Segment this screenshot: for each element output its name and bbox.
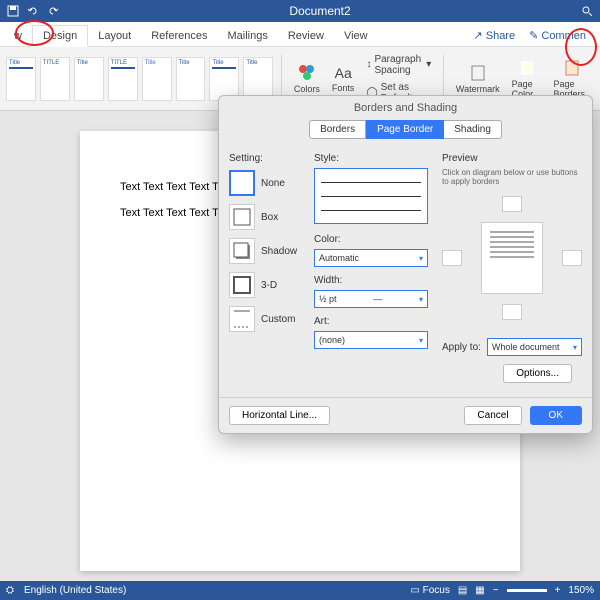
page-color-button[interactable]: Page Color [508,57,546,101]
border-top-toggle[interactable] [502,196,522,212]
setting-none[interactable]: None [229,168,304,198]
theme-tile[interactable]: Title [74,57,104,101]
setting-label: Setting: [229,153,304,164]
borders-shading-dialog: Borders and Shading Borders Page Border … [218,95,593,434]
focus-mode[interactable]: ▭ Focus [410,585,449,596]
tab-references[interactable]: References [141,26,217,46]
border-bottom-toggle[interactable] [502,304,522,320]
theme-tile[interactable]: Title [209,57,239,101]
art-select[interactable]: (none)▾ [314,331,428,349]
theme-tile[interactable]: TITLE [40,57,70,101]
view-web-icon[interactable]: ▦ [475,585,484,596]
zoom-level[interactable]: 150% [568,585,594,596]
theme-tile[interactable]: Title [6,57,36,101]
accessibility-icon[interactable]: ⛭ [6,585,14,596]
zoom-slider[interactable] [507,589,547,592]
width-select[interactable]: ½ pt—▾ [314,290,428,308]
apply-to-label: Apply to: [442,342,481,353]
theme-tile[interactable]: Title [142,57,172,101]
title-bar: Document2 [0,0,600,22]
tab-prev[interactable]: w [4,26,32,46]
art-label: Art: [314,316,432,327]
save-icon[interactable] [6,4,20,18]
watermark-button[interactable]: Watermark [452,62,504,96]
preview-hint: Click on diagram below or use buttons to… [442,168,582,186]
share-button[interactable]: ↗ Share [469,25,519,46]
zoom-out[interactable]: − [493,585,499,596]
theme-tile[interactable]: Title [243,57,273,101]
width-label: Width: [314,275,432,286]
tab-review[interactable]: Review [278,26,334,46]
apply-to-select[interactable]: Whole document▾ [487,338,582,356]
setting-3d[interactable]: 3-D [229,270,304,300]
tab-layout[interactable]: Layout [88,26,141,46]
tab-mailings[interactable]: Mailings [218,26,278,46]
dialog-tabs: Borders Page Border Shading [219,120,592,145]
zoom-in[interactable]: + [555,585,561,596]
options-button[interactable]: Options... [503,364,572,383]
horizontal-line-button[interactable]: Horizontal Line... [229,406,330,425]
dialog-title: Borders and Shading [219,96,592,120]
setting-box[interactable]: Box [229,202,304,232]
ribbon-tabs: w Design Layout References Mailings Revi… [0,22,600,47]
language-status[interactable]: English (United States) [24,585,126,596]
search-icon[interactable] [580,4,594,18]
color-label: Color: [314,234,432,245]
preview-label: Preview [442,153,582,164]
border-left-toggle[interactable] [442,250,462,266]
tab-design[interactable]: Design [32,25,88,47]
redo-icon[interactable] [46,4,60,18]
tab-page-border[interactable]: Page Border [366,120,444,139]
tab-view[interactable]: View [334,26,378,46]
theme-tile[interactable]: TITLE [108,57,138,101]
status-bar: ⛭ English (United States) ▭ Focus ▤ ▦ − … [0,581,600,600]
theme-tile[interactable]: Title [176,57,206,101]
ok-button[interactable]: OK [530,406,582,425]
cancel-button[interactable]: Cancel [464,406,521,425]
comments-button[interactable]: ✎ Commen [525,25,590,46]
paragraph-spacing-button[interactable]: ↕ Paragraph Spacing ▾ [362,52,435,78]
page-borders-button[interactable]: Page Borders [549,57,594,101]
fonts-button[interactable]: AaFonts [328,63,359,95]
colors-button[interactable]: Colors [290,62,324,96]
border-right-toggle[interactable] [562,250,582,266]
style-label: Style: [314,153,432,164]
undo-icon[interactable] [26,4,40,18]
view-print-icon[interactable]: ▤ [458,585,467,596]
document-title: Document2 [60,4,580,18]
preview-diagram[interactable] [481,222,543,294]
tab-shading[interactable]: Shading [444,120,502,139]
setting-shadow[interactable]: Shadow [229,236,304,266]
style-selector[interactable] [314,168,428,224]
tab-borders[interactable]: Borders [309,120,366,139]
color-select[interactable]: Automatic▾ [314,249,428,267]
setting-custom[interactable]: Custom [229,304,304,334]
